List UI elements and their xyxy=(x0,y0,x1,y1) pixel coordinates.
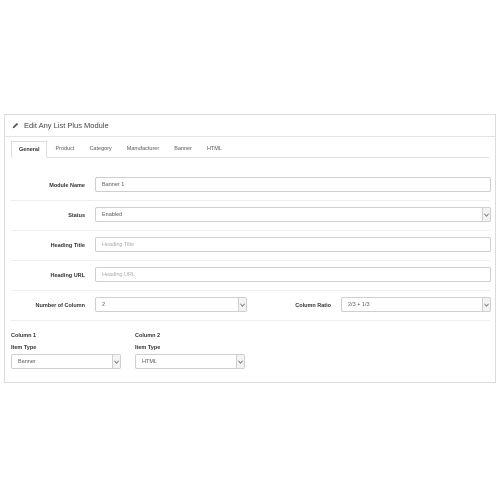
panel-title: Edit Any List Plus Module xyxy=(24,121,109,130)
tab-product[interactable]: Product xyxy=(48,141,81,157)
heading-url-label: Heading URL xyxy=(50,273,85,279)
chevron-down-icon xyxy=(112,355,120,368)
chevron-down-icon xyxy=(236,355,244,368)
column-1-item-type-select[interactable]: Banner xyxy=(11,354,121,369)
column-ratio-select[interactable]: 2/3 + 1/3 xyxy=(341,297,491,312)
tab-category[interactable]: Category xyxy=(82,141,118,157)
tab-bar: General Product Category Manufacturer Ba… xyxy=(11,141,489,158)
column-2-title: Column 2 xyxy=(135,333,161,339)
column-2-block: Column 2 Item Type HTML xyxy=(135,333,245,369)
tab-html[interactable]: HTML xyxy=(200,141,229,157)
chevron-down-icon xyxy=(482,208,490,221)
tab-banner[interactable]: Banner xyxy=(167,141,199,157)
heading-url-input[interactable]: Heading URL xyxy=(95,267,491,282)
number-of-column-select[interactable]: 2 xyxy=(95,297,247,312)
column-2-item-type-label: Item Type xyxy=(135,345,161,351)
module-name-row: Module Name Banner 1 xyxy=(11,171,491,201)
column-1-item-type-value: Banner xyxy=(18,358,36,365)
column-1-block: Column 1 Item Type Banner xyxy=(11,333,121,369)
chevron-down-icon xyxy=(482,298,490,311)
module-name-input[interactable]: Banner 1 xyxy=(95,177,491,192)
column-ratio-label: Column Ratio xyxy=(295,303,331,309)
column-1-item-type-label: Item Type xyxy=(11,345,37,351)
column-2-item-type-select[interactable]: HTML xyxy=(135,354,245,369)
heading-title-row: Heading Title Heading Title xyxy=(11,231,491,261)
status-label: Status xyxy=(68,213,85,219)
chevron-down-icon xyxy=(238,298,246,311)
heading-title-label: Heading Title xyxy=(50,243,85,249)
heading-title-input[interactable]: Heading Title xyxy=(95,237,491,252)
status-select-value: Enabled xyxy=(102,211,123,218)
column-1-title: Column 1 xyxy=(11,333,37,339)
module-name-label: Module Name xyxy=(49,183,85,189)
tab-general[interactable]: General xyxy=(11,141,48,158)
number-of-column-label: Number of Column xyxy=(35,303,86,309)
column-2-item-type-value: HTML xyxy=(142,358,157,365)
status-row: Status Enabled xyxy=(11,201,491,231)
columns-config-row: Number of Column 2 Column Ratio 2/3 + 1/… xyxy=(11,291,491,321)
panel-heading: Edit Any List Plus Module xyxy=(5,115,495,137)
pencil-icon xyxy=(12,122,19,129)
edit-module-panel: Edit Any List Plus Module General Produc… xyxy=(4,114,496,383)
column-ratio-value: 2/3 + 1/3 xyxy=(348,301,370,308)
tab-manufacturer[interactable]: Manufacturer xyxy=(120,141,166,157)
number-of-column-value: 2 xyxy=(102,301,106,308)
heading-url-row: Heading URL Heading URL xyxy=(11,261,491,291)
status-select[interactable]: Enabled xyxy=(95,207,491,222)
